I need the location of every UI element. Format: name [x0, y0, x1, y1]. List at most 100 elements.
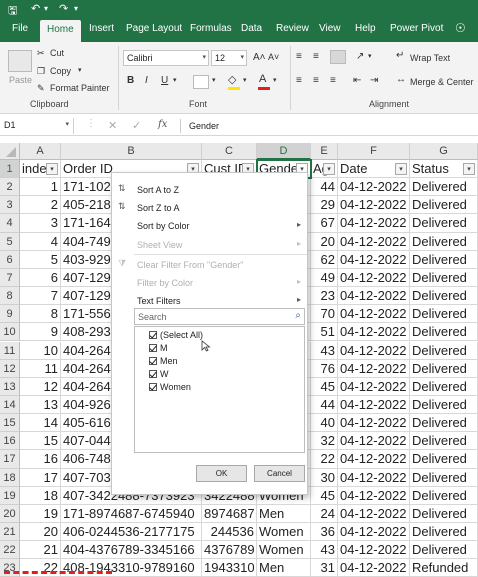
column-header-a[interactable]: A: [20, 143, 61, 160]
table-cell[interactable]: 31: [311, 559, 338, 577]
sort-by-color-item[interactable]: Sort by Color ▸: [112, 216, 309, 234]
table-cell[interactable]: 404-4376789-3345166: [61, 541, 202, 560]
redo-icon[interactable]: ↷: [59, 2, 68, 15]
table-cell[interactable]: 8: [20, 305, 61, 324]
table-cell[interactable]: 04-12-2022: [338, 268, 410, 288]
table-cell[interactable]: 18: [20, 486, 61, 505]
table-cell[interactable]: Men: [257, 504, 311, 523]
table-cell[interactable]: Delivered: [410, 377, 478, 396]
font-size-select[interactable]: 12 ▾: [211, 50, 247, 66]
row-header[interactable]: 12: [0, 359, 20, 378]
table-cell[interactable]: 04-12-2022: [338, 305, 410, 324]
table-cell[interactable]: 04-12-2022: [338, 196, 410, 215]
table-cell[interactable]: 43: [311, 541, 338, 560]
table-cell[interactable]: 40: [311, 414, 338, 433]
row-header[interactable]: 16: [0, 432, 20, 451]
table-cell[interactable]: Refunded: [410, 559, 478, 577]
table-cell[interactable]: Delivered: [410, 214, 478, 233]
font-color-icon[interactable]: A: [259, 73, 266, 85]
table-cell[interactable]: 04-12-2022: [338, 414, 410, 433]
tab-review[interactable]: Review: [276, 23, 309, 34]
table-cell[interactable]: 44: [311, 178, 338, 197]
orientation-icon[interactable]: ↗: [356, 51, 364, 62]
tab-data[interactable]: Data: [241, 23, 262, 34]
tab-help[interactable]: Help: [355, 23, 376, 34]
filter-option-m[interactable]: M: [149, 343, 168, 353]
table-cell[interactable]: 16: [20, 450, 61, 469]
row-header[interactable]: 10: [0, 323, 20, 342]
row-header[interactable]: 17: [0, 450, 20, 469]
align-center-icon[interactable]: ≡: [313, 75, 319, 86]
cancel-icon[interactable]: ✕: [108, 119, 117, 132]
lightbulb-icon[interactable]: ☉: [455, 21, 466, 35]
table-cell[interactable]: 23: [311, 287, 338, 306]
table-cell[interactable]: 10: [20, 341, 61, 360]
table-cell[interactable]: 244536: [202, 523, 257, 542]
table-cell[interactable]: 04-12-2022: [338, 214, 410, 233]
table-cell[interactable]: Delivered: [410, 523, 478, 542]
insert-function-icon[interactable]: fx: [158, 119, 167, 130]
table-cell[interactable]: 04-12-2022: [338, 432, 410, 451]
fill-color-icon[interactable]: ◇: [228, 73, 236, 86]
filter-search-input[interactable]: Search ⌕: [134, 308, 305, 325]
row-header[interactable]: 9: [0, 305, 20, 324]
wrap-text-icon[interactable]: ↵: [396, 50, 404, 61]
table-cell[interactable]: Delivered: [410, 450, 478, 469]
row-header[interactable]: 21: [0, 523, 20, 542]
row-header[interactable]: 18: [0, 468, 20, 487]
tab-view[interactable]: View: [319, 23, 341, 34]
table-cell[interactable]: 70: [311, 305, 338, 324]
table-cell[interactable]: 04-12-2022: [338, 541, 410, 560]
row-header[interactable]: 22: [0, 541, 20, 560]
filter-option-w[interactable]: W: [149, 369, 169, 379]
borders-dropdown-icon[interactable]: ▾: [212, 76, 216, 84]
undo-dropdown-icon[interactable]: ▾: [44, 4, 48, 13]
table-cell[interactable]: Delivered: [410, 232, 478, 251]
text-filters-item[interactable]: Text Filters ▸: [112, 291, 309, 309]
borders-icon[interactable]: [193, 75, 209, 89]
table-cell[interactable]: Delivered: [410, 196, 478, 215]
table-cell[interactable]: 171-8974687-6745940: [61, 504, 202, 523]
table-cell[interactable]: 20: [20, 523, 61, 542]
table-cell[interactable]: 04-12-2022: [338, 486, 410, 505]
filter-dropdown-button[interactable]: ▾: [46, 163, 58, 175]
table-cell[interactable]: Delivered: [410, 395, 478, 415]
table-cell[interactable]: 22: [311, 450, 338, 469]
enter-icon[interactable]: ✓: [132, 119, 141, 132]
column-header-d[interactable]: D: [257, 143, 311, 160]
table-cell[interactable]: 49: [311, 268, 338, 288]
table-cell[interactable]: 04-12-2022: [338, 468, 410, 487]
table-cell[interactable]: 32: [311, 432, 338, 451]
bold-icon[interactable]: B: [127, 75, 134, 86]
header-cell-e[interactable]: Ag ▾: [311, 160, 338, 179]
filter-option-women[interactable]: Women: [149, 382, 191, 392]
row-header[interactable]: 6: [0, 250, 20, 269]
align-bottom-icon[interactable]: [330, 50, 346, 64]
name-box[interactable]: D1 ▾: [0, 118, 74, 134]
shrink-font-icon[interactable]: A˅: [268, 52, 279, 62]
row-header[interactable]: 5: [0, 232, 20, 251]
table-cell[interactable]: 04-12-2022: [338, 250, 410, 269]
tab-insert[interactable]: Insert: [89, 23, 114, 34]
tab-formulas[interactable]: Formulas: [190, 23, 232, 34]
row-header[interactable]: 14: [0, 395, 20, 415]
cancel-button[interactable]: Cancel: [254, 465, 305, 482]
quick-access-dropdown-icon[interactable]: ▾: [74, 4, 78, 13]
table-cell[interactable]: Delivered: [410, 432, 478, 451]
table-cell[interactable]: 04-12-2022: [338, 178, 410, 197]
table-cell[interactable]: 19: [20, 504, 61, 523]
table-cell[interactable]: Women: [257, 523, 311, 542]
table-cell[interactable]: 04-12-2022: [338, 559, 410, 577]
table-cell[interactable]: 04-12-2022: [338, 450, 410, 469]
table-cell[interactable]: Delivered: [410, 504, 478, 523]
table-cell[interactable]: 12: [20, 377, 61, 396]
table-cell[interactable]: Delivered: [410, 486, 478, 505]
increase-indent-icon[interactable]: ⇥: [370, 75, 378, 86]
column-header-f[interactable]: F: [338, 143, 410, 160]
underline-icon[interactable]: U: [161, 75, 168, 86]
grow-font-icon[interactable]: A˄: [253, 52, 266, 63]
font-name-select[interactable]: Calibri ▾: [123, 50, 209, 66]
header-cell-g[interactable]: Status ▾: [410, 160, 478, 179]
row-header[interactable]: 20: [0, 504, 20, 523]
filter-dropdown-button[interactable]: ▾: [323, 163, 335, 175]
